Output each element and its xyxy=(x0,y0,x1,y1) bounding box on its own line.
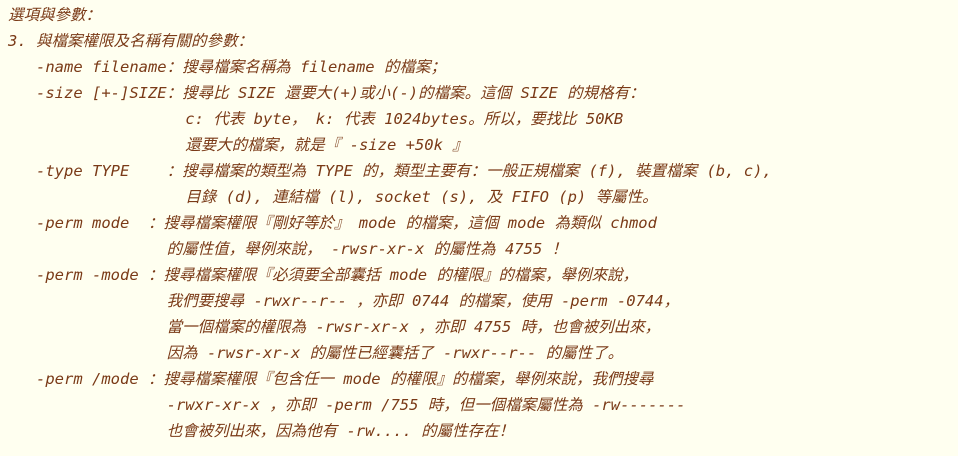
option-perm-all: -perm -mode ：搜尋檔案權限『必須要全部囊括 mode 的權限』的檔案… xyxy=(8,266,638,284)
option-size-detail-2: 還要大的檔案，就是『 -size +50k 』 xyxy=(8,136,468,154)
option-perm-all-detail-1: 我們要搜尋 -rwxr--r-- ，亦即 0744 的檔案，使用 -perm -… xyxy=(8,292,680,310)
option-size-detail-1: c: 代表 byte， k: 代表 1024bytes。所以，要找比 50KB xyxy=(8,110,624,128)
option-perm-any: -perm /mode ：搜尋檔案權限『包含任一 mode 的權限』的檔案，舉例… xyxy=(8,370,654,388)
subsection-heading: 3. 與檔案權限及名稱有關的參數： xyxy=(8,32,253,50)
section-heading: 選項與參數： xyxy=(8,6,102,24)
option-type: -type TYPE ：搜尋檔案的類型為 TYPE 的，類型主要有：一般正規檔案… xyxy=(8,162,772,180)
option-type-detail: 目錄 (d), 連結檔 (l), socket (s), 及 FIFO (p) … xyxy=(8,188,658,206)
option-perm-any-detail-2: 也會被列出來，因為他有 -rw.... 的屬性存在！ xyxy=(8,422,515,440)
option-perm-any-detail-1: -rwxr-xr-x ，亦即 -perm /755 時，但一個檔案屬性為 -rw… xyxy=(8,396,686,414)
option-perm-exact: -perm mode ：搜尋檔案權限『剛好等於』 mode 的檔案，這個 mod… xyxy=(8,214,657,232)
option-name: -name filename：搜尋檔案名稱為 filename 的檔案； xyxy=(8,58,446,76)
option-perm-exact-detail: 的屬性值，舉例來說， -rwsr-xr-x 的屬性為 4755 ！ xyxy=(8,240,568,258)
option-perm-all-detail-3: 因為 -rwsr-xr-x 的屬性已經囊括了 -rwxr--r-- 的屬性了。 xyxy=(8,344,624,362)
option-size: -size [+-]SIZE：搜尋比 SIZE 還要大(+)或小(-)的檔案。這… xyxy=(8,84,645,102)
option-perm-all-detail-2: 當一個檔案的權限為 -rwsr-xr-x ，亦即 4755 時，也會被列出來， xyxy=(8,318,661,336)
document-text-block: 選項與參數： 3. 與檔案權限及名稱有關的參數： -name filename：… xyxy=(0,0,958,456)
